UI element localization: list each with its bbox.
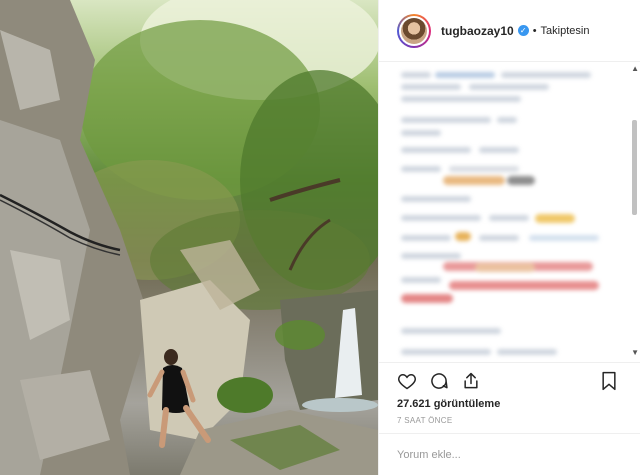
comment-input[interactable]	[397, 448, 617, 461]
avatar-ring	[399, 15, 429, 46]
scrollbar-thumb[interactable]	[632, 120, 637, 215]
like-button[interactable]	[395, 369, 419, 393]
post-timestamp[interactable]: 7 SAAT ÖNCE	[397, 416, 452, 425]
share-icon	[464, 372, 478, 388]
verified-badge-icon: ✓	[517, 25, 529, 36]
post-photo	[0, 0, 378, 475]
avatar-photo	[401, 17, 427, 44]
scroll-down-arrow-icon[interactable]: ▼	[631, 348, 639, 357]
post-media[interactable]	[0, 0, 378, 475]
scroll-up-arrow-icon[interactable]: ▲	[631, 64, 639, 73]
save-button[interactable]	[597, 369, 621, 393]
add-comment-bar	[379, 433, 640, 475]
bookmark-icon	[602, 371, 616, 391]
post-actions	[379, 362, 640, 398]
post-header: tugbaozay10 ✓ • Takiptesin	[379, 0, 640, 62]
avatar[interactable]	[397, 13, 431, 48]
username-link[interactable]: tugbaozay10	[441, 24, 514, 38]
share-button[interactable]	[459, 369, 483, 393]
comments-list[interactable]	[379, 62, 640, 362]
post-side-panel: tugbaozay10 ✓ • Takiptesin ▲ ▼ 27.621 gö…	[378, 0, 640, 475]
heart-icon	[398, 373, 416, 389]
speech-bubble-icon	[431, 372, 448, 389]
comment-button[interactable]	[427, 369, 451, 393]
view-count[interactable]: 27.621 görüntüleme	[397, 398, 500, 410]
follow-status[interactable]: Takiptesin	[541, 25, 590, 37]
separator-dot: •	[532, 24, 537, 37]
